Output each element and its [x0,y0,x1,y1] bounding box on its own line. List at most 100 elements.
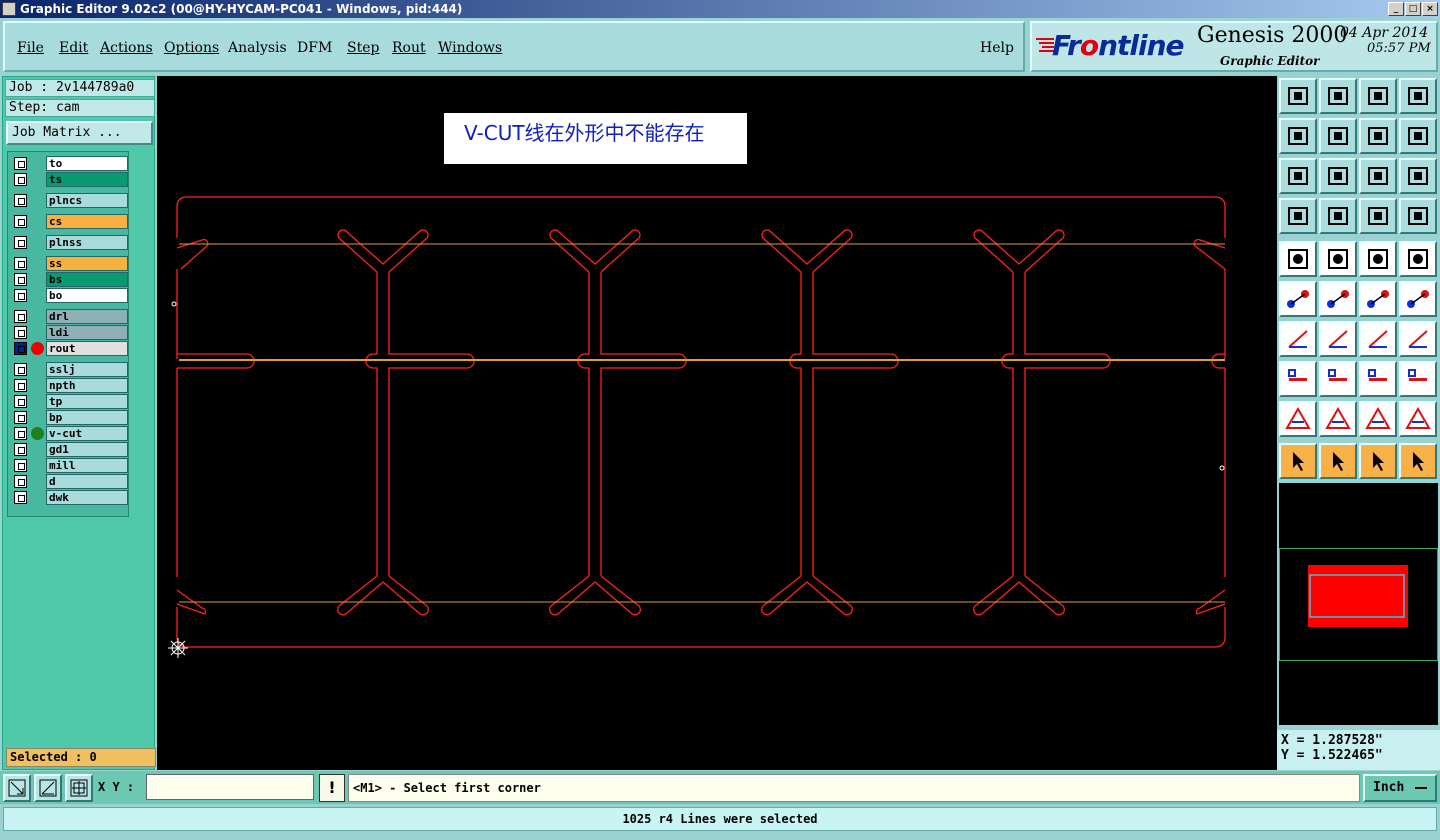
pan-up-button[interactable] [1279,78,1317,114]
rotate-button[interactable] [1359,321,1397,357]
select-route-button[interactable] [1399,443,1437,479]
ruler-button[interactable] [1359,241,1397,277]
home-button[interactable] [1359,78,1397,114]
close-button[interactable]: × [1422,2,1438,16]
layer-checkbox[interactable] [14,289,27,302]
layer-checkbox[interactable] [14,273,27,286]
layer-row-rout[interactable]: rout [10,341,130,356]
minimize-button[interactable]: _ [1388,2,1404,16]
select-box-button[interactable] [1319,443,1357,479]
xy-input[interactable] [146,774,314,800]
layer-row-drl[interactable]: drl [10,309,130,324]
line-select-button[interactable] [1319,361,1357,397]
window-split-button[interactable] [1399,78,1437,114]
layer-checkbox[interactable] [14,491,27,504]
layer-checkbox[interactable] [14,194,27,207]
layer-row-cs[interactable]: cs [10,214,130,229]
pad-group-button[interactable] [1399,361,1437,397]
select-pointer-button[interactable] [1279,443,1317,479]
layer-colors-alt-button[interactable] [1399,198,1437,234]
dot-mode-button[interactable] [1399,241,1437,277]
overview-map[interactable] [1279,548,1438,661]
measure-tools-button[interactable] [1279,198,1317,234]
layer-row-ts[interactable]: ts [10,172,130,187]
menu-step[interactable]: Step [347,40,379,56]
fill-mode-button[interactable] [1279,241,1317,277]
point-arrow-alt-button[interactable] [1399,281,1437,317]
scale-1-2-button[interactable] [1359,158,1397,194]
layer-row-npth[interactable]: npth [10,378,130,393]
triangle-mix-button[interactable] [1359,401,1397,437]
menu-options[interactable]: Options [164,40,219,56]
layer-checkbox[interactable] [14,326,27,339]
undo-view-button[interactable] [1359,118,1397,154]
feature-cross-button[interactable] [1319,281,1357,317]
layer-checkbox[interactable] [14,363,27,376]
layer-row-tp[interactable]: tp [10,394,130,409]
line-draw-button[interactable] [1319,321,1357,357]
zoom-area-button[interactable] [3,774,31,802]
dimension-button[interactable] [1359,361,1397,397]
layer-row-to[interactable]: to [10,156,130,171]
job-matrix-button[interactable]: Job Matrix ... [6,121,153,145]
pan-right-button[interactable] [1319,118,1357,154]
layer-checkbox[interactable] [14,475,27,488]
layer-checkbox[interactable] [14,411,27,424]
zoom-fit-button[interactable] [1279,158,1317,194]
menu-rout[interactable]: Rout [392,40,426,56]
triangle-red-button[interactable] [1279,401,1317,437]
layer-colors-button[interactable] [1359,198,1397,234]
menu-dfm[interactable]: DFM [297,40,332,56]
mirror-button[interactable] [1399,321,1437,357]
layer-row-plncs[interactable]: plncs [10,193,130,208]
graphic-canvas[interactable]: V-CUT线在外形中不能存在 [157,76,1277,770]
pad-select-button[interactable] [1279,361,1317,397]
menu-analysis[interactable]: Analysis [228,40,287,56]
layer-checkbox[interactable] [14,443,27,456]
triangle-blue-button[interactable] [1319,401,1357,437]
layer-row-gd1[interactable]: gd1 [10,442,130,457]
menu-help[interactable]: Help [980,40,1014,56]
layer-row-bs[interactable]: bs [10,272,130,287]
open-job-button[interactable] [1319,78,1357,114]
layer-checkbox[interactable] [14,459,27,472]
layer-checkbox[interactable] [14,157,27,170]
triangle-cross-button[interactable] [1399,401,1437,437]
grid-button[interactable] [1319,198,1357,234]
measure-button[interactable] [34,774,62,802]
layer-row-ldi[interactable]: ldi [10,325,130,340]
layer-checkbox[interactable] [14,342,27,355]
layer-row-v-cut[interactable]: v-cut [10,426,130,441]
menu-edit[interactable]: Edit [59,40,88,56]
snap-grid-button[interactable] [65,774,93,802]
layer-row-plnss[interactable]: plnss [10,235,130,250]
layer-checkbox[interactable] [14,173,27,186]
layer-checkbox[interactable] [14,427,27,440]
layer-checkbox[interactable] [14,257,27,270]
menu-file[interactable]: File [17,40,44,56]
help-query-button[interactable] [1399,158,1437,194]
maximize-button[interactable]: □ [1405,2,1421,16]
layer-row-sslj[interactable]: sslj [10,362,130,377]
layer-row-d[interactable]: d [10,474,130,489]
pad-connect-button[interactable] [1279,281,1317,317]
layer-checkbox[interactable] [14,395,27,408]
menu-actions[interactable]: Actions [100,40,153,56]
layer-row-bo[interactable]: bo [10,288,130,303]
layer-row-bp[interactable]: bp [10,410,130,425]
alert-button[interactable]: ! [319,774,345,802]
pcb-drawing[interactable] [157,76,1277,770]
select-highlight-button[interactable] [1359,443,1397,479]
layer-checkbox[interactable] [14,310,27,323]
outline-mode-button[interactable] [1319,241,1357,277]
layer-row-dwk[interactable]: dwk [10,490,130,505]
menu-windows[interactable]: Windows [438,40,502,56]
pan-left-button[interactable] [1279,118,1317,154]
layer-checkbox[interactable] [14,236,27,249]
angle-line-button[interactable] [1279,321,1317,357]
snap-mode-button[interactable] [1399,118,1437,154]
layer-checkbox[interactable] [14,379,27,392]
layer-row-ss[interactable]: ss [10,256,130,271]
layer-checkbox[interactable] [14,215,27,228]
layer-row-mill[interactable]: mill [10,458,130,473]
